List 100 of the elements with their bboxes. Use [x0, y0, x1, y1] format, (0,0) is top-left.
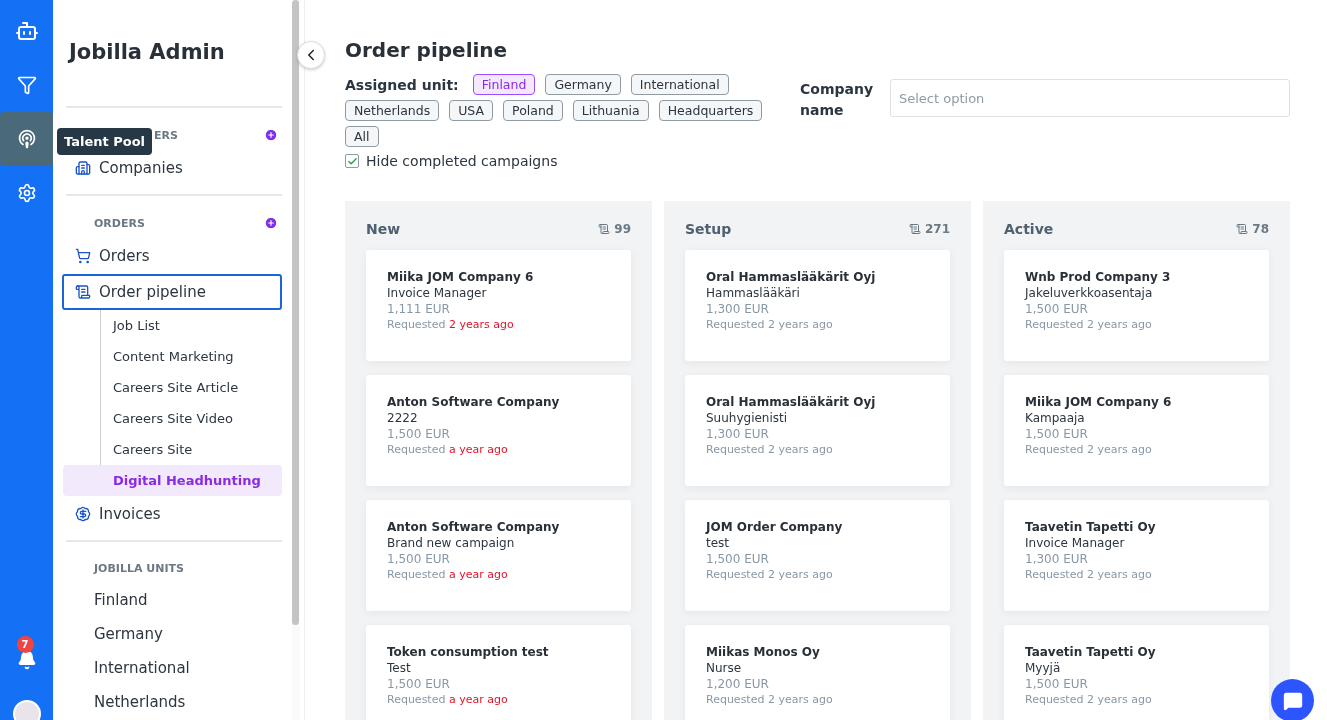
- order-card[interactable]: Token consumption test Test 1,500 EUR Requested a year ago: [366, 625, 631, 720]
- nav-subitem[interactable]: Content Marketing: [101, 341, 282, 372]
- campaign-name: Brand new campaign: [387, 536, 516, 550]
- unit-chip[interactable]: Headquarters: [658, 100, 763, 121]
- requested-date: Requested a year ago: [387, 568, 509, 581]
- nav-item[interactable]: Order pipeline: [62, 274, 282, 310]
- order-card[interactable]: Anton Software Company Brand new campaign 1,500 EUR Requested a year ago: [366, 500, 631, 611]
- nav-subitem[interactable]: Digital Headhunting: [63, 465, 282, 496]
- unit-link[interactable]: Germany: [66, 617, 282, 651]
- company-name: Miikas Monos Oy: [706, 645, 821, 659]
- campaign-name: Kampaaja: [1025, 411, 1086, 425]
- order-card[interactable]: Taavetin Tapetti Oy Invoice Manager 1,300 EUR Requested 2 years ago: [1004, 500, 1269, 611]
- price: 1,500 EUR: [1025, 427, 1089, 441]
- notification-badge: 7: [16, 636, 34, 653]
- order-card[interactable]: Miika JOM Company 6 Invoice Manager 1,111 EUR Requested 2 years ago: [366, 250, 631, 361]
- unit-chip[interactable]: All: [345, 126, 379, 147]
- add-icon[interactable]: [264, 216, 278, 230]
- company-name: Taavetin Tapetti Oy: [1025, 645, 1157, 659]
- scroll-icon: [908, 223, 921, 235]
- requested-date: Requested 2 years ago: [706, 443, 834, 456]
- column-count: 99: [614, 222, 631, 236]
- avatar[interactable]: [12, 700, 41, 720]
- campaign-name: Nurse: [706, 661, 743, 675]
- requested-date: Requested a year ago: [387, 693, 509, 706]
- campaign-name: 2222: [387, 411, 419, 425]
- order-card[interactable]: Oral Hammaslääkärit Oyj Hammaslääkäri 1,300 EUR Requested 2 years ago: [685, 250, 950, 361]
- section-heading: ERS: [154, 128, 178, 142]
- company-name: Anton Software Company: [387, 395, 561, 409]
- bell-icon[interactable]: [16, 650, 37, 670]
- nav-subitem[interactable]: Careers Site: [101, 434, 282, 465]
- order-card[interactable]: JOM Order Company test 1,500 EUR Requested 2 years ago: [685, 500, 950, 611]
- nav-subitem[interactable]: Job List: [101, 310, 282, 341]
- dollar-icon: [75, 506, 91, 522]
- section-heading: JOBILLA UNITS: [94, 562, 184, 575]
- campaign-name: Jakeluverkkoasentaja: [1025, 286, 1154, 300]
- building-icon: [75, 160, 91, 176]
- section-heading: ORDERS: [94, 216, 145, 230]
- unit-chip[interactable]: Germany: [545, 74, 621, 95]
- company-name: Oral Hammaslääkärit Oyj: [706, 395, 877, 409]
- scroll-icon: [598, 223, 611, 235]
- campaign-name: Test: [387, 661, 412, 675]
- price: 1,300 EUR: [706, 427, 770, 441]
- nav-subitem[interactable]: Careers Site Article: [101, 372, 282, 403]
- order-card[interactable]: Taavetin Tapetti Oy Myyjä 1,500 EUR Requested 2 years ago: [1004, 625, 1269, 720]
- requested-date: Requested 2 years ago: [1025, 693, 1153, 706]
- page-title: Order pipeline: [345, 38, 509, 62]
- order-card[interactable]: Anton Software Company 2222 1,500 EUR Requested a year ago: [366, 375, 631, 486]
- column-title: New: [366, 221, 401, 237]
- price: 1,500 EUR: [387, 552, 451, 566]
- company-name: Oral Hammaslääkärit Oyj: [706, 270, 877, 284]
- company-name: Token consumption test: [387, 645, 550, 659]
- chat-icon: [1282, 690, 1303, 711]
- column-title: Active: [1004, 221, 1054, 237]
- scroll-icon: [1236, 223, 1249, 235]
- campaign-name: Invoice Manager: [387, 286, 488, 300]
- scrollbar-thumb[interactable]: [292, 0, 299, 625]
- broadcast-icon: [16, 129, 37, 149]
- unit-chip[interactable]: International: [630, 74, 729, 95]
- nav-subitem[interactable]: Careers Site Video: [101, 403, 282, 434]
- order-card[interactable]: Miikas Monos Oy Nurse 1,200 EUR Requested 2 years ago: [685, 625, 950, 720]
- unit-chip[interactable]: Finland: [472, 74, 536, 95]
- nav-item[interactable]: Orders: [62, 238, 282, 274]
- unit-chip[interactable]: USA: [449, 100, 494, 121]
- add-icon[interactable]: [264, 128, 278, 142]
- filter-icon: [16, 75, 37, 95]
- price: 1,500 EUR: [1025, 302, 1089, 316]
- checkbox-label: Hide completed campaigns: [366, 153, 558, 169]
- unit-chip[interactable]: Netherlands: [345, 100, 440, 121]
- robot-icon: [14, 19, 39, 43]
- unit-chip[interactable]: Poland: [503, 100, 563, 121]
- company-name: Miika JOM Company 6: [387, 270, 535, 284]
- requested-date: Requested 2 years ago: [1025, 443, 1153, 456]
- company-select[interactable]: Select option: [890, 79, 1290, 117]
- cart-icon: [75, 248, 91, 264]
- unit-link[interactable]: Finland: [66, 583, 282, 617]
- tooltip: Talent Pool: [57, 128, 153, 155]
- campaign-name: Invoice Manager: [1025, 536, 1126, 550]
- company-name: Anton Software Company: [387, 520, 561, 534]
- company-name: Wnb Prod Company 3: [1025, 270, 1172, 284]
- unit-link[interactable]: International: [66, 651, 282, 685]
- settings-icon: [16, 183, 37, 203]
- company-name: Taavetin Tapetti Oy: [1025, 520, 1157, 534]
- column-count: 78: [1252, 222, 1269, 236]
- chat-button[interactable]: [1271, 679, 1314, 720]
- unit-link[interactable]: Netherlands: [66, 685, 282, 719]
- campaign-name: Myyjä: [1025, 661, 1062, 675]
- order-card[interactable]: Miika JOM Company 6 Kampaaja 1,500 EUR Requested 2 years ago: [1004, 375, 1269, 486]
- order-card[interactable]: Oral Hammaslääkärit Oyj Suuhygienisti 1,300 EUR Requested 2 years ago: [685, 375, 950, 486]
- requested-date: Requested 2 years ago: [1025, 568, 1153, 581]
- filter-label: Assigned unit:: [345, 76, 459, 93]
- requested-date: Requested 2 years ago: [706, 318, 834, 331]
- company-name: Miika JOM Company 6: [1025, 395, 1173, 409]
- checkbox[interactable]: [345, 154, 359, 168]
- requested-date: Requested 2 years ago: [706, 693, 834, 706]
- price: 1,111 EUR: [387, 302, 451, 316]
- order-card[interactable]: Wnb Prod Company 3 Jakeluverkkoasentaja 1,500 EUR Requested 2 years ago: [1004, 250, 1269, 361]
- unit-chip[interactable]: Lithuania: [572, 100, 649, 121]
- collapse-button[interactable]: [297, 41, 325, 69]
- price: 1,500 EUR: [1025, 677, 1089, 691]
- nav-item[interactable]: Invoices: [62, 496, 282, 532]
